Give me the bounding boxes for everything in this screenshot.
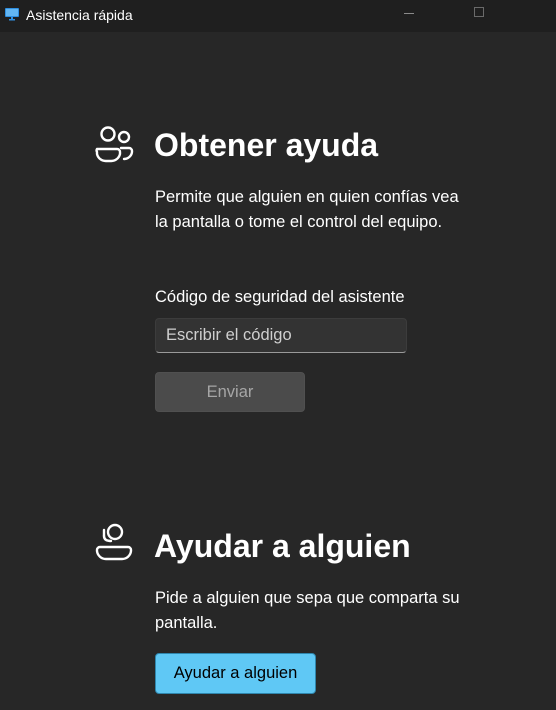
window-title: Asistencia rápida: [26, 7, 133, 23]
send-button[interactable]: Enviar: [155, 372, 305, 412]
security-code-label: Código de seguridad del asistente: [155, 288, 405, 306]
give-help-heading: Ayudar a alguien: [154, 528, 411, 564]
minimize-button[interactable]: [387, 0, 433, 32]
person-headset-icon: [95, 523, 133, 561]
get-help-heading: Obtener ayuda: [154, 127, 379, 163]
security-code-input[interactable]: [155, 318, 407, 353]
monitor-icon: [5, 8, 19, 21]
title-bar[interactable]: Asistencia rápida: [0, 0, 556, 32]
get-help-description: Permite que alguien en quien confías vea…: [155, 188, 459, 231]
help-someone-button[interactable]: Ayudar a alguien: [155, 653, 316, 694]
give-help-description: Pide a alguien que sepa que comparta su …: [155, 589, 460, 632]
maximize-button[interactable]: [457, 0, 503, 32]
people-icon: [95, 126, 134, 163]
quick-assist-window: Asistencia rápida Obtener ayuda Permite …: [0, 0, 556, 710]
